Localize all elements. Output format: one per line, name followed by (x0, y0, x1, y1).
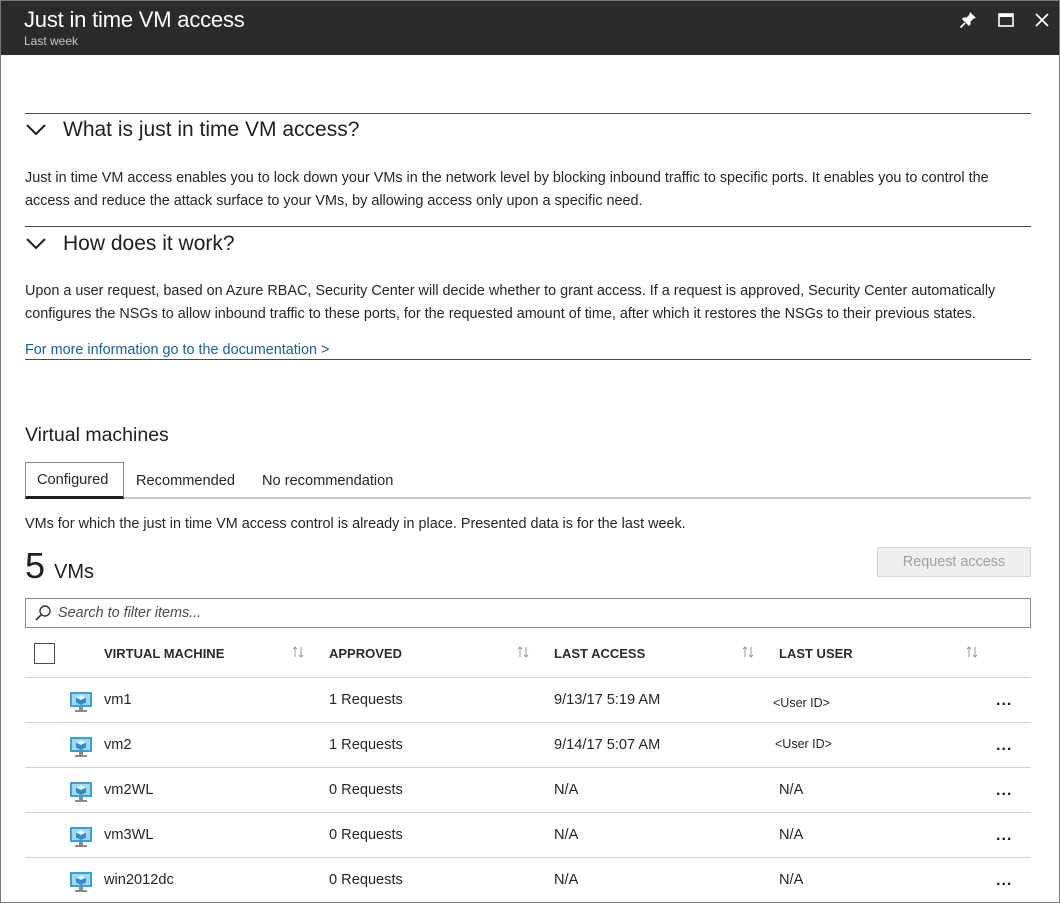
tab-configured[interactable]: Configured (25, 462, 124, 499)
last-access: N/A (554, 872, 579, 888)
chevron-down-icon (25, 232, 49, 256)
virtual-machine-icon (70, 782, 92, 802)
vm-count: 5 VMs (25, 545, 94, 587)
maximize-icon (998, 13, 1014, 27)
section-text: Just in time VM access enables you to lo… (25, 170, 989, 209)
sort-icon[interactable] (965, 645, 979, 659)
close-button[interactable] (1031, 9, 1053, 31)
tab-recommended[interactable]: Recommended (136, 462, 235, 499)
vm-name[interactable]: win2012dc (104, 872, 174, 888)
sort-icon[interactable] (516, 645, 530, 659)
last-user: N/A (779, 782, 804, 798)
section-heading: How does it work? (63, 232, 235, 255)
search-icon (35, 605, 51, 621)
search-placeholder: Search to filter items... (58, 605, 202, 621)
virtual-machine-icon (70, 872, 92, 892)
section-divider (25, 113, 1031, 114)
request-access-button[interactable]: Request access (877, 547, 1031, 577)
column-header-approved[interactable]: APPROVED (329, 646, 402, 661)
section-text: Upon a user request, based on Azure RBAC… (25, 283, 996, 322)
approved-requests: 1 Requests (329, 737, 403, 753)
blade-window: Just in time VM access Last week What is… (0, 0, 1060, 903)
last-user: N/A (779, 827, 804, 843)
select-all-checkbox[interactable] (34, 643, 55, 664)
section-header-what-is[interactable]: What is just in time VM access? (25, 118, 359, 142)
row-more-menu-icon[interactable]: ... (996, 738, 1018, 754)
blade-subtitle: Last week (24, 34, 79, 48)
approved-requests: 0 Requests (329, 872, 403, 888)
column-header-virtual-machine[interactable]: VIRTUAL MACHINE (104, 646, 224, 661)
tab-no-recommendation[interactable]: No recommendation (262, 462, 393, 499)
pin-icon (959, 12, 976, 29)
table-row[interactable]: vm1 1 Requests 9/13/17 5:19 AM <User ID>… (25, 678, 1031, 723)
vm-name[interactable]: vm2 (104, 737, 132, 753)
filter-search-box[interactable]: Search to filter items... (25, 598, 1031, 628)
virtual-machine-icon (70, 692, 92, 712)
row-more-menu-icon[interactable]: ... (996, 873, 1018, 889)
vm-name[interactable]: vm2WL (104, 782, 153, 798)
last-access: N/A (554, 782, 579, 798)
column-header-last-access[interactable]: LAST ACCESS (554, 646, 645, 661)
approved-requests: 0 Requests (329, 827, 403, 843)
sort-icon[interactable] (291, 645, 305, 659)
section-divider (25, 359, 1031, 360)
row-more-menu-icon[interactable]: ... (996, 783, 1018, 799)
vm-name[interactable]: vm3WL (104, 827, 153, 843)
last-access: N/A (554, 827, 579, 843)
table-header: VIRTUAL MACHINE APPROVED LAST ACCESS LAS… (25, 633, 1031, 678)
column-header-last-user[interactable]: LAST USER (779, 646, 853, 661)
virtual-machine-icon (70, 737, 92, 757)
last-user: <User ID> (773, 696, 830, 710)
blade-content: What is just in time VM access? Just in … (1, 55, 1059, 902)
last-access: 9/14/17 5:07 AM (554, 737, 661, 753)
close-icon (1035, 13, 1049, 27)
maximize-button[interactable] (995, 9, 1017, 31)
last-user: <User ID> (775, 737, 832, 751)
title-bar: Just in time VM access Last week (1, 1, 1059, 55)
section-divider (25, 226, 1031, 227)
tab-description: VMs for which the just in time VM access… (25, 516, 686, 532)
chevron-down-icon (25, 118, 49, 142)
documentation-link[interactable]: For more information go to the documenta… (25, 342, 329, 358)
vm-count-number: 5 (25, 545, 46, 586)
table-row[interactable]: vm3WL 0 Requests N/A N/A ... (25, 813, 1031, 858)
vm-count-unit: VMs (54, 561, 95, 583)
vm-name[interactable]: vm1 (104, 692, 132, 708)
table-row[interactable]: vm2WL 0 Requests N/A N/A ... (25, 768, 1031, 813)
blade-title: Just in time VM access (24, 7, 245, 32)
last-access: 9/13/17 5:19 AM (554, 692, 661, 708)
table-row[interactable]: win2012dc 0 Requests N/A N/A ... (25, 858, 1031, 902)
row-more-menu-icon[interactable]: ... (996, 828, 1018, 844)
section-header-how-it-works[interactable]: How does it work? (25, 232, 235, 256)
pin-button[interactable] (957, 9, 979, 31)
table-row[interactable]: vm2 1 Requests 9/14/17 5:07 AM <User ID>… (25, 723, 1031, 768)
approved-requests: 0 Requests (329, 782, 403, 798)
row-more-menu-icon[interactable]: ... (996, 693, 1018, 709)
sort-icon[interactable] (741, 645, 755, 659)
approved-requests: 1 Requests (329, 692, 403, 708)
last-user: N/A (779, 872, 804, 888)
virtual-machines-heading: Virtual machines (25, 424, 169, 446)
section-heading: What is just in time VM access? (63, 118, 360, 141)
virtual-machine-icon (70, 827, 92, 847)
vm-tabs: Configured Recommended No recommendation (25, 462, 1031, 499)
